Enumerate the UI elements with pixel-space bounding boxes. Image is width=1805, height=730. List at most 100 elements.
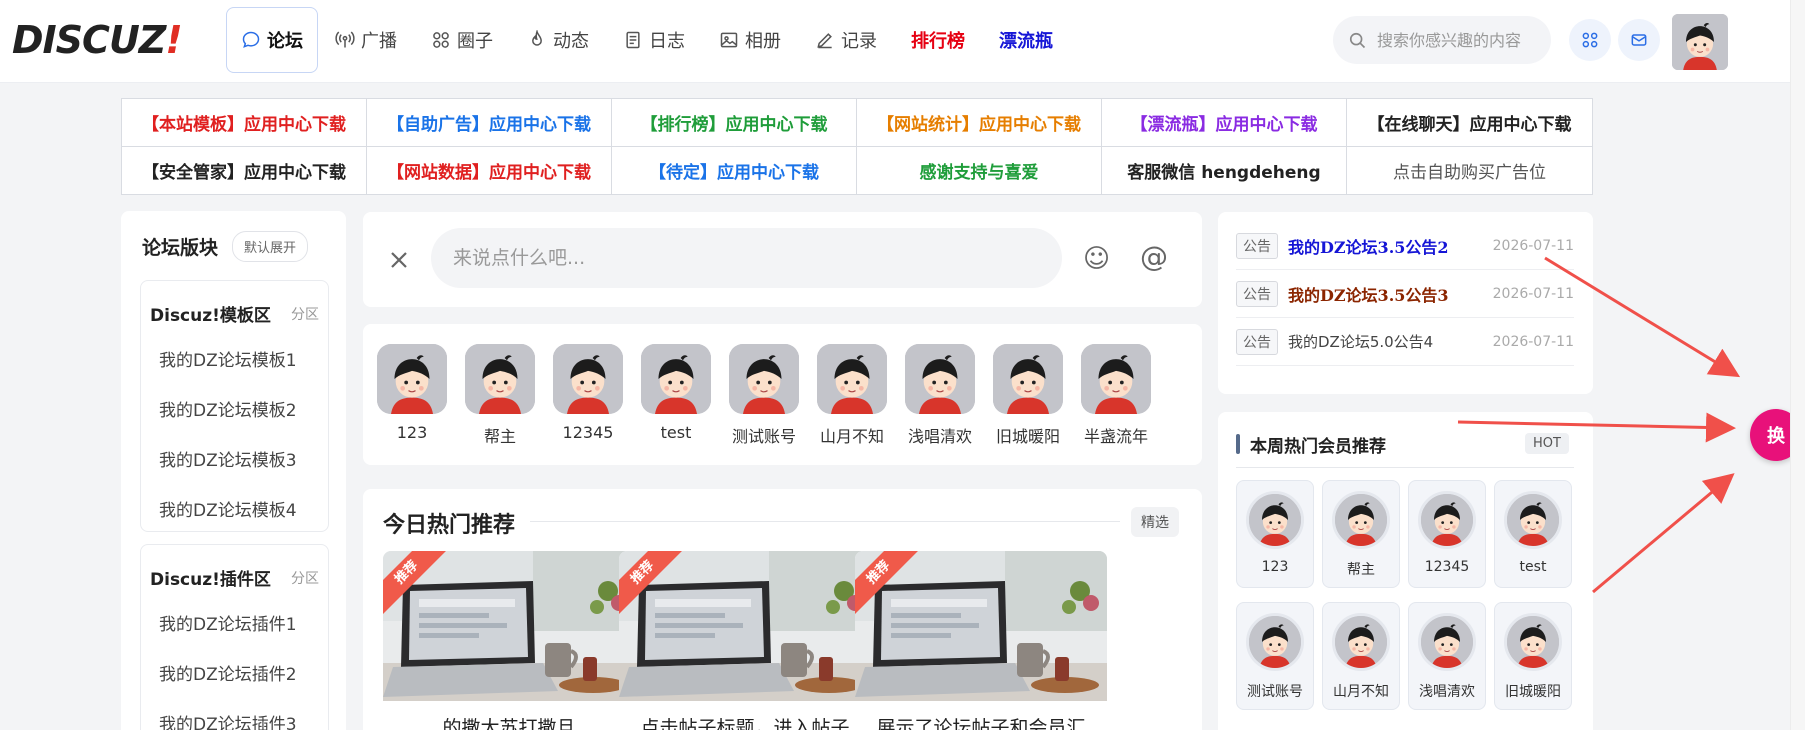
board-section-templates: Discuz!模板区 分区 我的DZ论坛模板1 我的DZ论坛模板2 我的DZ论坛… [140,280,329,532]
card-thumbnail: 推荐 [619,551,871,701]
board-section-tag: 分区 [291,306,319,323]
hot-recommend-panel: 今日热门推荐 精选 推荐 的撒大苏打撒旦 推荐 点击帖子标题，进入帖子 推荐 展示了论坛帖… [363,489,1202,730]
nav-feed-label: 动态 [553,31,589,52]
board-link[interactable]: 我的DZ论坛模板1 [141,334,328,384]
avatar [377,344,447,414]
nav-album[interactable]: 相册 [702,7,798,73]
ad-link[interactable]: 【网站统计】应用中心下载 [857,99,1102,147]
member-item[interactable]: test [638,344,714,442]
weekly-member-card[interactable]: 12345 [1408,480,1486,588]
board-link[interactable]: 我的DZ论坛插件2 [141,648,328,698]
card-title: 的撒大苏打撒旦 [442,717,576,730]
member-name: 测试账号 [731,427,796,446]
member-item[interactable]: 浅唱清欢 [902,344,978,447]
ad-link[interactable]: 【排行榜】应用中心下载 [612,99,857,147]
ad-link[interactable]: 【漂流瓶】应用中心下载 [1102,99,1347,147]
board-link[interactable]: 我的DZ论坛模板2 [141,384,328,434]
nav-blog-label: 日志 [649,31,685,52]
weekly-member-card[interactable]: 测试账号 [1236,602,1314,710]
announcement-badge: 公告 [1236,328,1278,355]
nav-feed[interactable]: 动态 [510,7,606,73]
nav-broadcast-label: 广播 [361,31,397,52]
ad-link[interactable]: 【自助广告】应用中心下载 [367,99,612,147]
close-button[interactable] [387,248,411,272]
search-icon[interactable] [1347,30,1367,50]
board-link[interactable]: 我的DZ论坛模板4 [141,484,328,534]
nav-blog[interactable]: 日志 [606,7,702,73]
member-item[interactable]: 测试账号 [726,344,802,447]
announcement-row[interactable]: 公告 我的DZ论坛5.0公告4 2026-07-11 [1236,318,1574,366]
forum-board-header: 论坛版块 默认展开 [142,231,309,262]
avatar-image [1672,14,1728,70]
recommend-card[interactable]: 推荐 展示了论坛帖子和会员汇 [855,551,1107,730]
forum-board-title: 论坛版块 [142,237,219,259]
nav-album-label: 相册 [745,31,781,52]
announcement-title: 我的DZ论坛3.5公告2 [1288,237,1449,257]
member-name: test [660,423,692,442]
ad-link[interactable]: 【本站模板】应用中心下载 [122,99,367,147]
weekly-member-card[interactable]: 123 [1236,480,1314,588]
member-strip: 123 帮主 12345 test 测试账号 山月不知 浅唱清欢 旧城暖阳 半盏流年 [363,324,1202,465]
announcement-row[interactable]: 公告 我的DZ论坛3.5公告2 2026-07-11 [1236,222,1574,270]
announcement-row[interactable]: 公告 我的DZ论坛3.5公告3 2026-07-11 [1236,270,1574,318]
weekly-member-card[interactable]: 帮主 [1322,480,1400,588]
nav-forum[interactable]: 论坛 [226,7,318,73]
arrow-line [1592,473,1735,594]
weekly-member-card[interactable]: 山月不知 [1322,602,1400,710]
board-link[interactable]: 我的DZ论坛模板3 [141,434,328,484]
member-item[interactable]: 帮主 [462,344,538,447]
site-logo[interactable]: DISCUZ! [12,18,183,62]
ad-link[interactable]: 【安全管家】应用中心下载 [122,146,367,194]
ad-link[interactable]: 客服微信 hengdeheng [1102,146,1347,194]
top-header: DISCUZ! 论坛 广播 圈子 动态 日志 相册 记录 排行榜 漂流瓶 搜索你… [0,0,1790,83]
weekly-members-panel: 本周热门会员推荐 HOT 123 帮主 12345 test 测试账号 山月不知 浅唱清欢 旧… [1218,412,1593,730]
board-link[interactable]: 我的DZ论坛插件3 [141,698,328,730]
expand-toggle-button[interactable]: 默认展开 [232,231,309,262]
weekly-member-card[interactable]: 旧城暖阳 [1494,602,1572,710]
member-item[interactable]: 山月不知 [814,344,890,447]
pencil-icon [817,33,832,49]
messages-button[interactable] [1618,19,1660,61]
member-item[interactable]: 旧城暖阳 [990,344,1066,447]
forum-board-panel: 论坛版块 默认展开 Discuz!模板区 分区 我的DZ论坛模板1 我的DZ论坛… [121,211,346,730]
post-input[interactable] [431,228,1062,288]
emoji-icon[interactable]: ☺ [1083,246,1110,272]
member-item[interactable]: 123 [374,344,450,442]
nav-ranking[interactable]: 排行榜 [894,7,982,73]
weekly-member-card[interactable]: 浅唱清欢 [1408,602,1486,710]
divider [1236,467,1574,468]
nav-broadcast[interactable]: 广播 [318,7,414,73]
nav-drift-bottle[interactable]: 漂流瓶 [982,7,1070,73]
announcement-date: 2026-07-11 [1492,237,1574,254]
mention-icon[interactable]: @ [1140,242,1168,272]
page-scrollbar[interactable] [1790,0,1805,730]
recommend-card[interactable]: 推荐 的撒大苏打撒旦 [383,551,635,730]
avatar [993,344,1063,414]
board-link[interactable]: 我的DZ论坛插件1 [141,598,328,648]
ad-link[interactable]: 【网站数据】应用中心下载 [367,146,612,194]
avatar [1418,613,1476,671]
weekly-member-card[interactable]: test [1494,480,1572,588]
card-thumbnail: 推荐 [855,551,1107,701]
member-item[interactable]: 12345 [550,344,626,442]
avatar [641,344,711,414]
search-input[interactable] [1377,30,1547,50]
nav-circle[interactable]: 圈子 [414,7,510,73]
chat-bubble-icon [242,31,260,48]
announcement-date: 2026-07-11 [1492,285,1574,302]
ad-link[interactable]: 【在线聊天】应用中心下载 [1347,99,1592,147]
board-section-header[interactable]: Discuz!模板区 分区 [141,281,328,334]
recommend-card[interactable]: 推荐 点击帖子标题，进入帖子 [619,551,871,730]
member-name: 测试账号 [1247,684,1303,700]
nav-forum-label: 论坛 [267,31,303,52]
nav-record[interactable]: 记录 [798,7,894,73]
avatar [1332,613,1390,671]
ad-link[interactable]: 感谢支持与喜爱 [857,146,1102,194]
user-avatar[interactable] [1672,14,1728,70]
ad-link[interactable]: 点击自助购买广告位 [1347,147,1592,195]
board-section-header[interactable]: Discuz!插件区 分区 [141,545,328,598]
apps-button[interactable] [1569,19,1611,61]
member-item[interactable]: 半盏流年 [1078,344,1154,447]
ad-link[interactable]: 【待定】应用中心下载 [612,146,857,194]
broadcast-icon [335,31,355,48]
